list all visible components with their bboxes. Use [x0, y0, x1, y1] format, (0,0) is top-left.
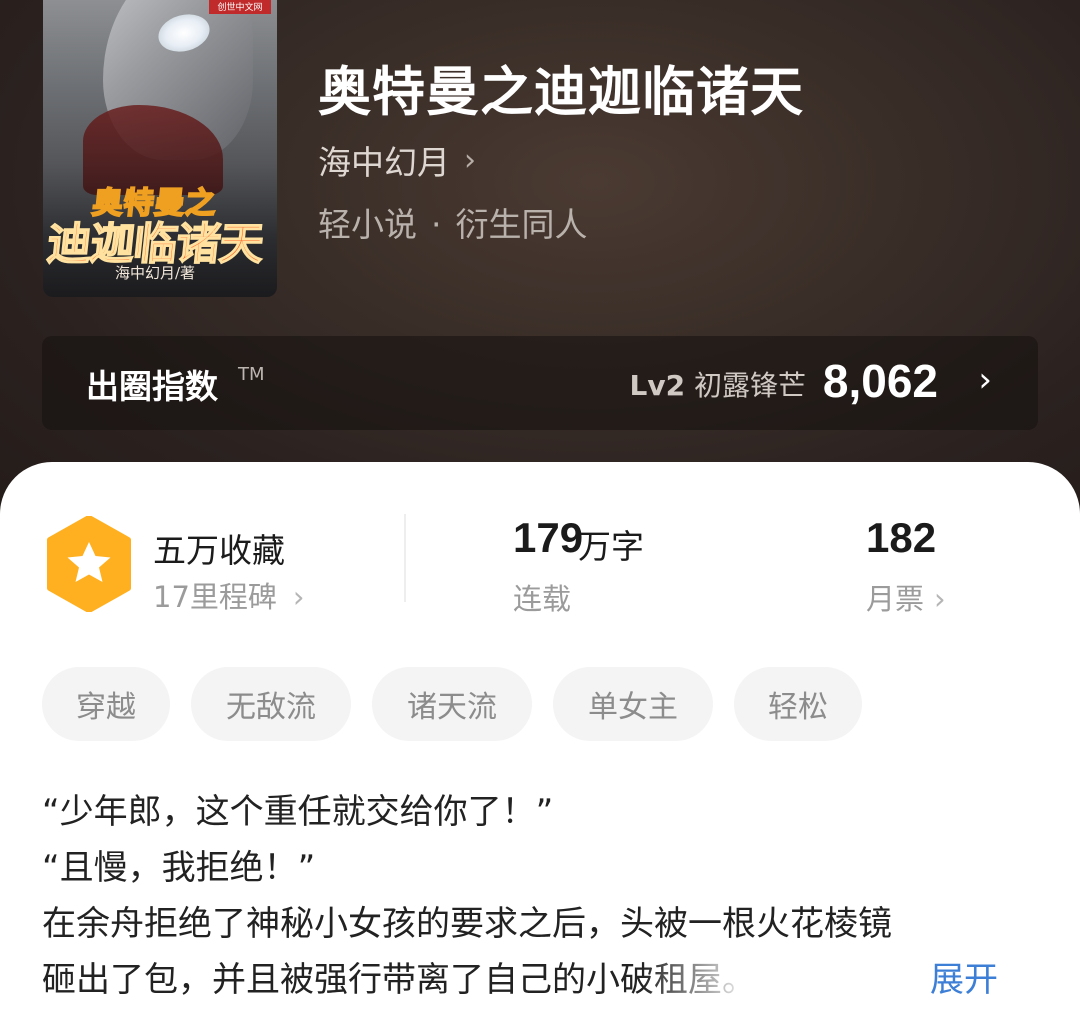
- trademark-mark: TM: [238, 364, 265, 385]
- author-link[interactable]: 海中幻月 ›: [318, 136, 476, 184]
- stat-divider: [404, 514, 406, 602]
- tag-chip[interactable]: 无敌流: [191, 667, 351, 741]
- description-line: 砸出了包，并且被强行带离了自己的小破租屋。 展开: [42, 952, 1042, 1008]
- tag-chip[interactable]: 诸天流: [372, 667, 532, 741]
- book-cover[interactable]: 创世中文网 奥特曼之 迪迦临诸天 海中幻月/著: [43, 0, 277, 297]
- index-label: 出圈指数: [86, 367, 218, 406]
- book-title: 奥特曼之迪迦临诸天: [318, 61, 804, 123]
- serial-status: 连载: [513, 582, 572, 616]
- separator-dot: ·: [431, 205, 442, 244]
- milestone-label: 17里程碑: [153, 580, 277, 614]
- book-detail-card: 五万收藏 17里程碑 › 179 万字 连载 182 月票 › 穿越 无敌流 诸天流…: [0, 462, 1080, 1010]
- genre-row: 轻小说 · 衍生同人: [318, 198, 588, 246]
- tag-chip[interactable]: 单女主: [553, 667, 713, 741]
- milestone-link[interactable]: 17里程碑 ›: [153, 574, 305, 616]
- chevron-right-icon: ›: [292, 580, 305, 614]
- index-value: 8,062: [822, 355, 938, 407]
- cover-publisher-badge: 创世中文网: [209, 0, 271, 14]
- book-description[interactable]: “少年郎，这个重任就交给你了！” “且慢，我拒绝！” 在余舟拒绝了神秘小女孩的要…: [42, 784, 1042, 1008]
- description-line: “且慢，我拒绝！”: [42, 848, 316, 888]
- category-label: 轻小说: [318, 205, 417, 244]
- monthly-votes-number: 182: [866, 514, 937, 561]
- star-badge-icon: [47, 516, 131, 612]
- description-line: 在余舟拒绝了神秘小女孩的要求之后，头被一根火花棱镜: [42, 904, 892, 944]
- monthly-votes-link[interactable]: 月票 ›: [866, 576, 946, 618]
- level-name: 初露锋芒: [693, 369, 806, 402]
- chevron-right-icon: ›: [934, 582, 946, 616]
- chevron-right-icon: ›: [464, 142, 476, 178]
- subcategory-label: 衍生同人: [455, 205, 588, 244]
- collection-label: 五万收藏: [153, 531, 285, 570]
- popularity-index-bar[interactable]: 出圈指数 TM Lv2 初露锋芒 8,062 ›: [42, 336, 1038, 430]
- chevron-right-icon: ›: [978, 360, 992, 400]
- cover-author-credit: 海中幻月/著: [115, 264, 196, 282]
- author-name: 海中幻月: [318, 143, 450, 182]
- level-code: Lv2: [629, 369, 686, 402]
- tag-chip[interactable]: 轻松: [734, 667, 862, 741]
- tag-chip[interactable]: 穿越: [42, 667, 170, 741]
- index-level: Lv2 初露锋芒: [630, 364, 807, 404]
- description-line: “少年郎，这个重任就交给你了！”: [42, 792, 554, 832]
- word-count-number: 179: [513, 514, 584, 561]
- word-count-unit: 万字: [578, 527, 644, 566]
- monthly-votes-label: 月票: [866, 582, 925, 616]
- expand-button[interactable]: 展开: [930, 952, 998, 1008]
